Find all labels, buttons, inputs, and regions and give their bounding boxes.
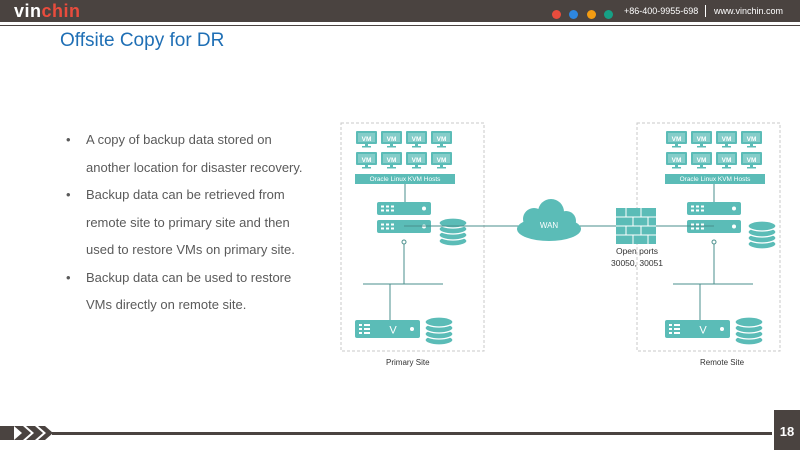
primary-backup-server xyxy=(355,320,420,338)
open-ports-label: Open ports 30050, 30051 xyxy=(602,245,672,269)
primary-vm-grid xyxy=(356,131,452,169)
primary-site-label: Primary Site xyxy=(386,358,430,367)
remote-vm-grid xyxy=(666,131,762,169)
firewall-icon xyxy=(616,208,656,244)
remote-site-label: Remote Site xyxy=(700,358,745,367)
wan-label: WAN xyxy=(540,221,559,230)
bottom-bar xyxy=(52,432,772,435)
primary-backup-storage-icon xyxy=(424,316,454,346)
primary-server-1 xyxy=(377,202,431,215)
remote-backup-server xyxy=(665,320,730,338)
wan-cloud-icon: WAN xyxy=(517,199,581,241)
remote-server-1 xyxy=(687,202,741,215)
remote-storage-icon xyxy=(747,220,777,250)
hosts-label-remote: Oracle Linux KVM Hosts xyxy=(679,176,751,183)
page-number: 18 xyxy=(774,410,800,450)
remote-backup-storage-icon xyxy=(734,316,764,346)
network-diagram: VM V WAN xyxy=(340,122,781,352)
hosts-label-primary: Oracle Linux KVM Hosts xyxy=(369,176,441,183)
chevron-arrows-icon xyxy=(0,426,53,440)
primary-storage-icon xyxy=(438,217,468,247)
ports-title: Open ports xyxy=(615,246,659,256)
ports-value: 30050, 30051 xyxy=(611,258,663,268)
